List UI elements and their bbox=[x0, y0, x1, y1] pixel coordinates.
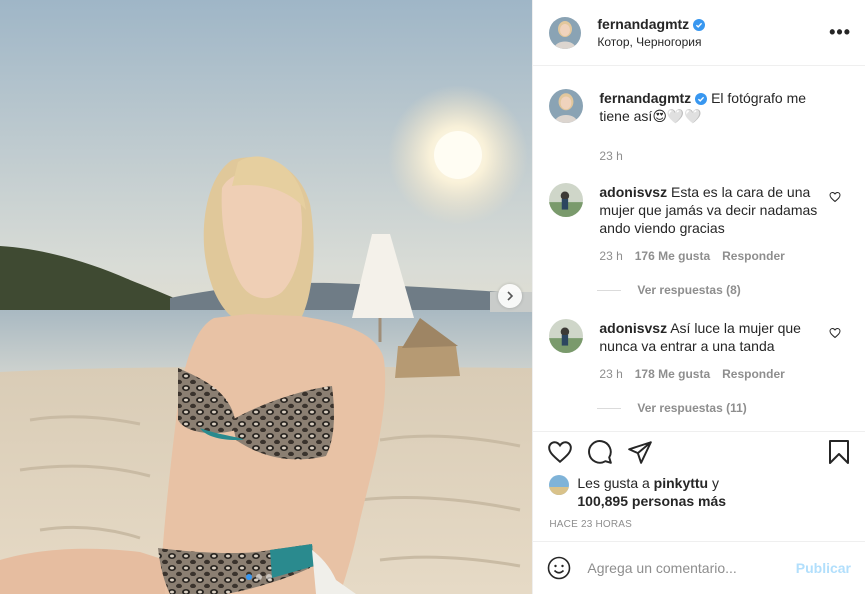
avatar[interactable] bbox=[549, 319, 584, 353]
like-comment-heart-icon[interactable] bbox=[829, 191, 841, 203]
action-bar bbox=[533, 431, 865, 471]
likes-summary: Les gusta a pinkyttu y 100,895 personas … bbox=[549, 474, 726, 510]
share-button[interactable] bbox=[627, 439, 653, 465]
comment-username[interactable]: adonisvsz bbox=[599, 320, 667, 336]
post-sidebar: fernandagmtz Котор, Черногория ••• ferna… bbox=[532, 0, 865, 594]
bookmark-icon bbox=[829, 439, 849, 464]
carousel-dot bbox=[256, 574, 262, 580]
likes-prefix: Les gusta a bbox=[577, 475, 650, 491]
comment-time[interactable]: 23 h bbox=[599, 365, 622, 383]
caption-username[interactable]: fernandagmtz bbox=[599, 90, 691, 106]
chevron-right-icon bbox=[507, 291, 514, 301]
carousel-dot bbox=[246, 574, 252, 580]
reply-button[interactable]: Responder bbox=[722, 247, 785, 265]
liker-avatar[interactable] bbox=[549, 475, 570, 495]
avatar[interactable] bbox=[549, 89, 584, 123]
username[interactable]: fernandagmtz bbox=[597, 16, 689, 32]
comment-likes[interactable]: 178 Me gusta bbox=[635, 365, 710, 383]
like-comment-heart-icon[interactable] bbox=[829, 327, 841, 339]
instagram-post: fernandagmtz Котор, Черногория ••• ferna… bbox=[0, 0, 865, 594]
emoji-icon[interactable] bbox=[547, 556, 571, 580]
avatar[interactable] bbox=[549, 16, 582, 49]
comment-button[interactable] bbox=[587, 439, 613, 465]
comment-input[interactable]: Agrega un comentario... bbox=[587, 560, 795, 576]
location-link[interactable]: Котор, Черногория bbox=[597, 35, 705, 49]
verified-badge-icon bbox=[695, 93, 708, 105]
heart-icon bbox=[548, 440, 573, 463]
comment: adonisvsz Esta es la cara de una mujer q… bbox=[549, 183, 849, 265]
carousel-indicator bbox=[246, 574, 272, 580]
liker-username[interactable]: pinkyttu bbox=[654, 475, 708, 491]
like-button[interactable] bbox=[547, 439, 573, 465]
replies-divider bbox=[597, 289, 622, 291]
more-options-button[interactable]: ••• bbox=[829, 22, 851, 43]
comment-likes[interactable]: 176 Me gusta bbox=[635, 247, 710, 265]
view-replies-label: Ver respuestas (8) bbox=[637, 283, 741, 297]
carousel-next-button[interactable] bbox=[498, 284, 522, 308]
comment: adonisvsz Así luce la mujer que nunca va… bbox=[549, 319, 849, 383]
view-replies-button[interactable]: Ver respuestas (11) bbox=[597, 401, 849, 415]
comment-username[interactable]: adonisvsz bbox=[599, 184, 667, 200]
comments-list: fernandagmtz El fotógrafo me tiene así😍🤍… bbox=[533, 67, 865, 430]
replies-divider bbox=[597, 407, 622, 409]
carousel-dot bbox=[266, 574, 272, 580]
paper-plane-icon bbox=[628, 440, 653, 464]
add-comment-bar: Agrega un comentario... Publicar bbox=[533, 541, 865, 594]
likes-joiner: y bbox=[712, 475, 720, 491]
reply-button[interactable]: Responder bbox=[722, 365, 785, 383]
beach-photo bbox=[0, 0, 533, 594]
post-timestamp[interactable]: HACE 23 HORAS bbox=[549, 519, 632, 530]
likes-count[interactable]: 100,895 personas más bbox=[577, 493, 726, 509]
post-header: fernandagmtz Котор, Черногория ••• bbox=[533, 0, 865, 66]
caption: fernandagmtz El fotógrafo me tiene así😍🤍… bbox=[549, 89, 849, 165]
save-button[interactable] bbox=[827, 439, 851, 465]
avatar[interactable] bbox=[549, 183, 584, 217]
view-replies-button[interactable]: Ver respuestas (8) bbox=[597, 283, 849, 297]
view-replies-label: Ver respuestas (11) bbox=[637, 401, 747, 415]
publish-button[interactable]: Publicar bbox=[796, 560, 851, 576]
comment-bubble-icon bbox=[588, 439, 613, 464]
caption-time[interactable]: 23 h bbox=[599, 147, 622, 165]
comment-time[interactable]: 23 h bbox=[599, 247, 622, 265]
verified-badge-icon bbox=[693, 19, 706, 31]
post-photo[interactable] bbox=[0, 0, 533, 594]
